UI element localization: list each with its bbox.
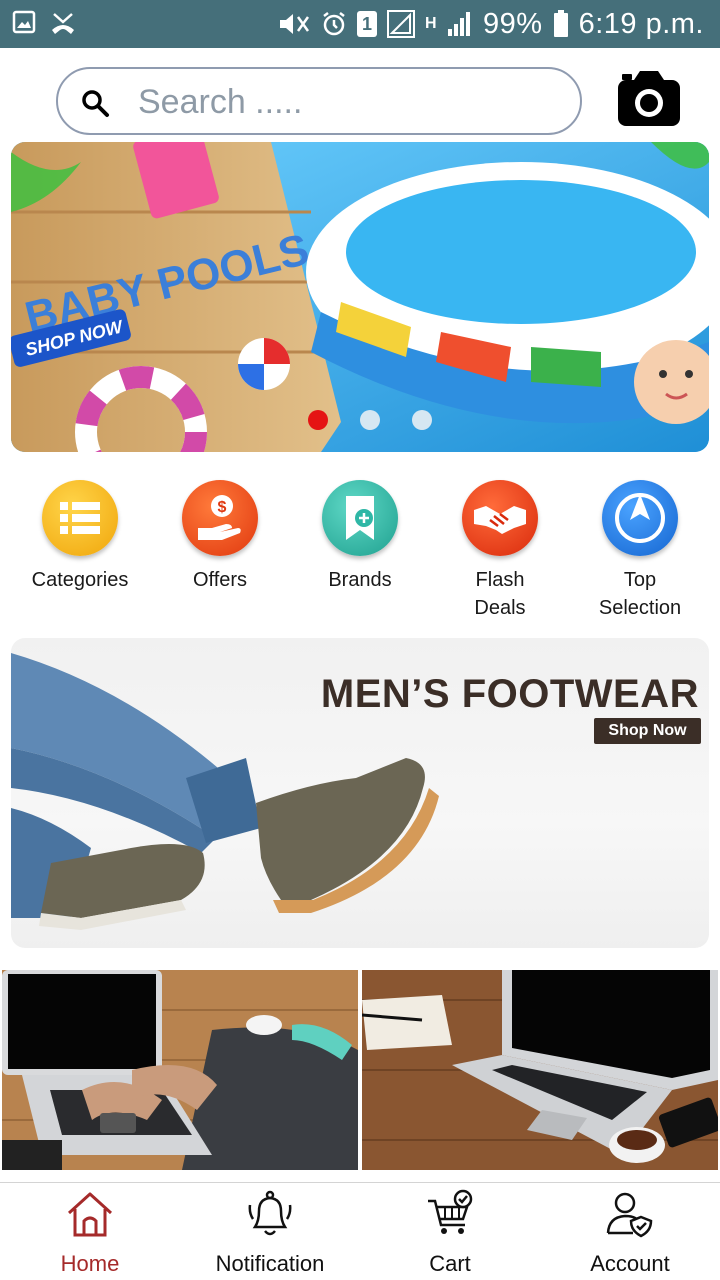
promo-banner-mens-footwear[interactable]: MEN’S FOOTWEAR Shop Now: [11, 638, 709, 948]
quick-link-label-line1: Flash: [475, 569, 525, 591]
nav-label-home: Home: [60, 1251, 120, 1276]
bookmark-plus-icon[interactable]: [322, 480, 398, 556]
search-icon[interactable]: [80, 88, 110, 118]
carousel-dot-1[interactable]: [308, 410, 328, 430]
nav-label-account: Account: [590, 1251, 670, 1276]
quick-link-label: Brands: [328, 569, 392, 591]
battery-percent: 99%: [483, 7, 543, 40]
compass-icon[interactable]: [602, 480, 678, 556]
quick-link-label-line1: Top: [623, 569, 657, 591]
camera-icon[interactable]: [616, 68, 682, 128]
nav-notification[interactable]: Notification: [180, 1183, 360, 1280]
quick-link-offers[interactable]: $ Offers: [150, 480, 290, 594]
quick-link-label: Flash Deals: [430, 566, 570, 622]
signal-outline-icon: [386, 10, 415, 38]
quick-link-label: Offers: [192, 569, 248, 591]
promo-title: MEN’S FOOTWEAR: [320, 672, 699, 716]
nav-home[interactable]: Home: [0, 1183, 180, 1280]
clock: 6:19 p.m.: [578, 7, 704, 40]
svg-text:$: $: [218, 499, 227, 516]
search-input[interactable]: [138, 77, 558, 127]
quick-link-categories[interactable]: Categories: [10, 480, 150, 594]
account-icon[interactable]: [605, 1189, 655, 1239]
quick-link-label-line2: Selection: [598, 597, 682, 619]
quick-link-top-selection[interactable]: Top Selection: [570, 480, 710, 622]
quick-link-label-line2: Deals: [474, 597, 526, 619]
quick-link-label: Categories: [31, 569, 129, 591]
quick-links: Categories $ Offers Brands Flash Deals T…: [0, 480, 720, 630]
product-tile-laptop-typing[interactable]: [2, 970, 358, 1170]
shop-now-button[interactable]: Shop Now: [594, 718, 701, 744]
home-icon[interactable]: [65, 1189, 115, 1239]
quick-link-flash-deals[interactable]: Flash Deals: [430, 480, 570, 622]
product-tile-laptop-desk[interactable]: [362, 970, 718, 1170]
cart-icon[interactable]: [425, 1189, 475, 1239]
signal-icon: [448, 12, 471, 36]
laptop-typing-photo: [2, 970, 358, 1170]
bottom-navigation: Home Notification Cart Account: [0, 1182, 720, 1280]
nav-account[interactable]: Account: [540, 1183, 720, 1280]
list-icon[interactable]: [42, 480, 118, 556]
sim-icon: 1: [356, 11, 377, 37]
nav-label-cart: Cart: [429, 1251, 471, 1276]
status-bar: 1 H 99% 6:19 p.m.: [0, 0, 720, 48]
missed-call-icon: [52, 13, 74, 34]
nav-cart[interactable]: Cart: [360, 1183, 540, 1280]
carousel-dot-3[interactable]: [412, 410, 432, 430]
hero-banner-baby-pools[interactable]: BABY POOLS SHOP NOW: [11, 142, 709, 452]
nav-label-notification: Notification: [215, 1251, 325, 1276]
search-bar[interactable]: [56, 67, 582, 135]
battery-icon: [553, 10, 568, 37]
handshake-icon[interactable]: [462, 480, 538, 556]
baby-pools-illustration: BABY POOLS SHOP NOW: [11, 142, 709, 452]
carousel-dots: [308, 410, 432, 430]
quick-link-label: Top Selection: [570, 566, 710, 622]
sim-slot-label: 1: [361, 14, 372, 34]
bell-icon[interactable]: [245, 1189, 295, 1239]
mute-icon: [279, 14, 310, 34]
alarm-icon: [323, 12, 345, 36]
network-type: H: [424, 15, 438, 32]
quick-link-brands[interactable]: Brands: [290, 480, 430, 594]
laptop-on-desk-photo: [362, 970, 718, 1170]
gallery-icon: [12, 10, 36, 34]
carousel-dot-2[interactable]: [360, 410, 380, 430]
dollar-hand-icon[interactable]: $: [182, 480, 258, 556]
